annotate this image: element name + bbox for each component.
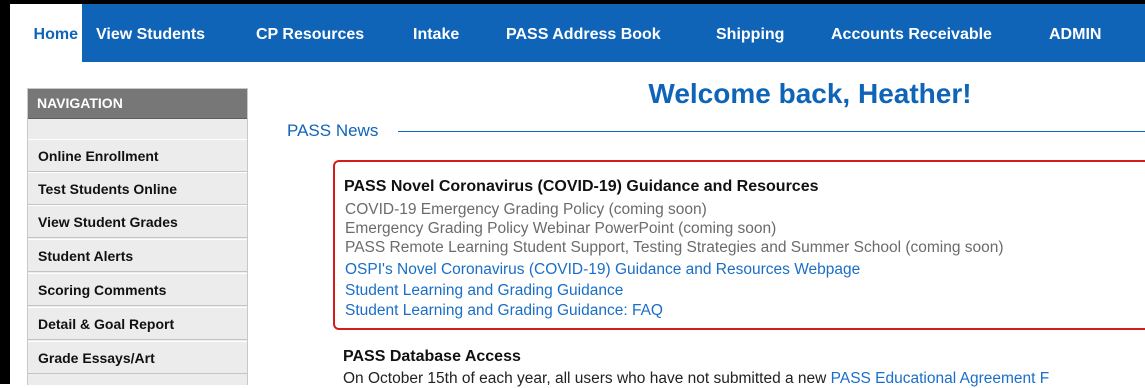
tab-home[interactable]: Home bbox=[10, 4, 82, 62]
news-section-legend: PASS News bbox=[287, 120, 382, 142]
tab-home-label: Home bbox=[33, 26, 78, 43]
window-left-border bbox=[0, 0, 10, 384]
tab-label: ADMIN bbox=[1049, 26, 1102, 43]
covid-link-grading-guidance-faq[interactable]: Student Learning and Grading Guidance: F… bbox=[345, 301, 663, 320]
covid-item-remote-learning: PASS Remote Learning Student Support, Te… bbox=[345, 239, 1004, 256]
sidebar-header: NAVIGATION bbox=[28, 89, 247, 119]
database-access-text: On October 15th of each year, all users … bbox=[343, 369, 1049, 388]
sidebar-item-test-students-online[interactable]: Test Students Online bbox=[28, 172, 247, 205]
covid-link-ospi-webpage[interactable]: OSPI's Novel Coronavirus (COVID-19) Guid… bbox=[345, 260, 860, 279]
sidebar-item-online-enrollment[interactable]: Online Enrollment bbox=[28, 139, 247, 172]
sidebar-item-label: View Student Grades bbox=[38, 214, 178, 230]
sidebar-item-label: Online Enrollment bbox=[38, 148, 159, 164]
tab-accounts-receivable[interactable]: Accounts Receivable bbox=[831, 4, 992, 62]
tab-label: CP Resources bbox=[256, 26, 365, 43]
tab-pass-address-book[interactable]: PASS Address Book bbox=[506, 4, 661, 62]
covid-item-grading-policy: COVID-19 Emergency Grading Policy (comin… bbox=[345, 201, 707, 218]
sidebar-item-scoring-comments[interactable]: Scoring Comments bbox=[28, 273, 247, 306]
sidebar-item-student-alerts[interactable]: Student Alerts bbox=[28, 239, 247, 272]
sidebar-item-label: Grade Essays/Art bbox=[38, 350, 155, 366]
tab-intake[interactable]: Intake bbox=[413, 4, 459, 62]
news-fieldset-rule bbox=[398, 131, 1145, 132]
covid-link-grading-guidance[interactable]: Student Learning and Grading Guidance bbox=[345, 281, 623, 300]
tab-label: View Students bbox=[96, 26, 206, 43]
tab-view-students[interactable]: View Students bbox=[96, 4, 205, 62]
sidebar-item-label: Student Alerts bbox=[38, 248, 134, 264]
tab-label: Shipping bbox=[716, 26, 785, 43]
sidebar-navigation: NAVIGATION Online Enrollment Test Studen… bbox=[27, 88, 248, 385]
sidebar-item-view-student-grades[interactable]: View Student Grades bbox=[28, 205, 247, 238]
tab-shipping[interactable]: Shipping bbox=[716, 4, 784, 62]
covid-box-title: PASS Novel Coronavirus (COVID-19) Guidan… bbox=[344, 178, 819, 195]
sidebar-item-label: Scoring Comments bbox=[38, 282, 167, 298]
sidebar-item-detail-goal-report[interactable]: Detail & Goal Report bbox=[28, 307, 247, 340]
sidebar-item-label: Detail & Goal Report bbox=[38, 316, 175, 332]
database-access-heading: PASS Database Access bbox=[343, 348, 521, 365]
top-navigation-bar: Home View Students CP Resources Intake P… bbox=[10, 4, 1145, 62]
tab-admin[interactable]: ADMIN bbox=[1049, 4, 1101, 62]
covid-item-webinar-powerpoint: Emergency Grading Policy Webinar PowerPo… bbox=[345, 220, 777, 237]
sidebar-spacer bbox=[28, 119, 247, 139]
tab-label: Accounts Receivable bbox=[831, 26, 992, 43]
database-access-prefix: On October 15th of each year, all users … bbox=[343, 370, 831, 387]
welcome-heading: Welcome back, Heather! bbox=[648, 78, 972, 109]
sidebar-item-label: Test Students Online bbox=[38, 181, 177, 197]
tab-label: PASS Address Book bbox=[506, 26, 661, 43]
educational-agreement-link[interactable]: PASS Educational Agreement F bbox=[831, 370, 1050, 387]
tab-cp-resources[interactable]: CP Resources bbox=[256, 4, 364, 62]
tab-label: Intake bbox=[413, 26, 460, 43]
sidebar-item-grade-essays-art[interactable]: Grade Essays/Art bbox=[28, 341, 247, 374]
